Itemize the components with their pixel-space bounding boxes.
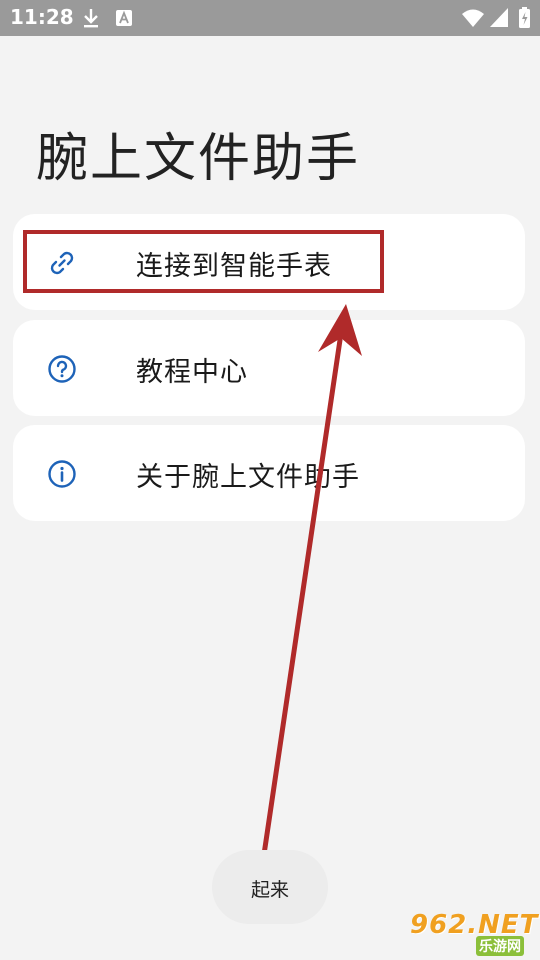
help-circle-icon	[47, 354, 77, 384]
connect-watch-label: 连接到智能手表	[136, 251, 332, 282]
status-time: 11:28	[10, 5, 74, 29]
signal-icon	[490, 8, 508, 31]
a-notification-icon	[116, 10, 132, 30]
tutorial-center-item[interactable]: 教程中心	[13, 320, 525, 416]
battery-icon	[519, 7, 530, 32]
status-bar: 11:28	[0, 0, 540, 36]
wifi-icon	[462, 9, 484, 31]
watermark-subtitle: 乐游网	[476, 936, 524, 956]
watermark-logo: 962.NET 乐游网	[402, 910, 537, 956]
connect-watch-item[interactable]: 连接到智能手表	[13, 214, 525, 310]
bottom-button-label: 起来	[250, 879, 289, 901]
about-app-item[interactable]: 关于腕上文件助手	[13, 425, 525, 521]
download-icon	[82, 8, 100, 32]
bottom-button[interactable]: 起来	[212, 850, 328, 924]
page-title: 腕上文件助手	[36, 129, 361, 189]
link-icon	[47, 248, 77, 278]
info-circle-icon	[47, 459, 77, 489]
tutorial-center-label: 教程中心	[136, 357, 248, 388]
about-app-label: 关于腕上文件助手	[136, 462, 360, 493]
